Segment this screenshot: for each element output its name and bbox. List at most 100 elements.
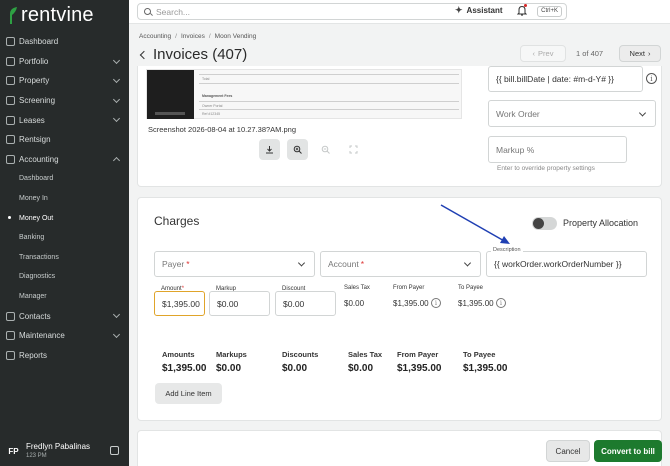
summary-sales-tax-value: $0.00 [348, 363, 374, 374]
summary-amounts-label: Amounts [162, 350, 195, 359]
markup-value: $0.00 [217, 298, 239, 309]
to-payee-value: $1,395.00 [458, 299, 494, 308]
summary-to-payee-label: To Payee [463, 350, 496, 359]
next-button[interactable]: Next › [619, 45, 661, 62]
convert-to-bill-button[interactable]: Convert to bill [594, 440, 662, 462]
amount-input[interactable]: $1,395.00 [154, 291, 205, 316]
account-placeholder: Account [328, 259, 359, 269]
info-icon[interactable]: i [496, 298, 506, 308]
sidebar-subitem-money-out[interactable]: Money Out [0, 208, 129, 228]
chevron-down-icon [112, 115, 121, 123]
breadcrumb-separator: / [175, 33, 177, 40]
attachment-thumbnail[interactable]: Total Management Fees Owner Portal Ref #… [146, 69, 462, 119]
sidebar-subitem-dashboard[interactable]: Dashboard [0, 169, 129, 189]
charges-title: Charges [154, 214, 200, 228]
fullscreen-icon [349, 145, 358, 154]
zoom-out-icon [321, 145, 330, 154]
sidebar-item-label: Screening [19, 96, 56, 106]
search-placeholder: Search... [156, 6, 191, 17]
bill-date-field[interactable]: {{ bill.billDate | date: #m-d-Y# }} [488, 66, 643, 92]
to-payee-label: To Payee [458, 285, 484, 291]
sidebar-item-portfolio[interactable]: Portfolio [0, 52, 129, 72]
sales-tax-label: Sales Tax [344, 285, 370, 291]
description-input[interactable]: {{ workOrder.workOrderNumber }} [486, 251, 647, 277]
sidebar-subitem-banking[interactable]: Banking [0, 228, 129, 248]
sidebar-item-property[interactable]: Property [0, 71, 129, 91]
description-value: {{ workOrder.workOrderNumber }} [494, 259, 622, 269]
reports-icon [6, 350, 15, 360]
account-select[interactable]: Account * [320, 251, 481, 277]
thumbnail-text: Ref #12345 [202, 112, 221, 116]
active-dot-icon [8, 216, 11, 220]
payer-select[interactable]: Payer * [154, 251, 315, 277]
sidebar-subitem-money-in[interactable]: Money In [0, 189, 129, 209]
thumbnail-rule [199, 74, 459, 75]
info-icon[interactable]: i [431, 298, 441, 308]
breadcrumb-invoices[interactable]: Invoices [181, 33, 205, 40]
sidebar-item-dashboard[interactable]: Dashboard [0, 32, 129, 52]
prev-button[interactable]: ‹ Prev [520, 45, 566, 62]
thumbnail-rule [199, 109, 459, 110]
thumbnail-rule [199, 101, 459, 102]
sidebar-subitem-manager[interactable]: Manager [0, 287, 129, 307]
sidebar-item-accounting[interactable]: Accounting [0, 150, 129, 170]
markup-percent-input[interactable]: Markup % [488, 136, 627, 163]
chevron-down-icon [463, 259, 472, 267]
sidebar-subitem-transactions[interactable]: Transactions [0, 248, 129, 268]
thumbnail-logo [155, 112, 185, 115]
info-icon[interactable]: i [646, 73, 657, 84]
sidebar-nav: Dashboard Portfolio Property Screening L… [0, 32, 129, 365]
sidebar-item-label: Property [19, 76, 50, 86]
chevron-down-icon [112, 311, 121, 319]
fullscreen-button[interactable] [343, 139, 364, 160]
chevron-up-icon [112, 156, 121, 164]
download-button[interactable] [259, 139, 280, 160]
sidebar-item-contacts[interactable]: Contacts [0, 306, 129, 326]
from-payer-value: $1,395.00 [393, 299, 429, 308]
brand-name: rentvine [21, 3, 94, 26]
sidebar-item-label: Leases [19, 115, 45, 125]
sidebar-item-label: Reports [19, 350, 48, 360]
brand-logo[interactable]: rentvine [8, 4, 94, 26]
sidebar-subitem-label: Diagnostics [19, 273, 56, 281]
sidebar-item-leases[interactable]: Leases [0, 110, 129, 130]
collapse-sidebar-icon[interactable] [110, 446, 119, 455]
topbar: Search... Ctrl+K [129, 0, 670, 24]
discount-value: $0.00 [283, 298, 305, 309]
property-allocation-label: Property Allocation [563, 218, 639, 228]
summary-from-payer-value: $1,395.00 [397, 363, 442, 374]
chevron-down-icon [112, 95, 121, 103]
discount-input[interactable]: $0.00 [275, 291, 336, 316]
charges-card: Charges Property Allocation Payer * Accou… [137, 197, 662, 421]
add-line-item-button[interactable]: Add Line Item [155, 383, 222, 404]
sidebar-item-reports[interactable]: Reports [0, 346, 129, 366]
summary-discounts-value: $0.00 [282, 363, 308, 374]
summary-sales-tax-label: Sales Tax [348, 350, 383, 359]
breadcrumb-accounting[interactable]: Accounting [139, 33, 171, 40]
sidebar-item-screening[interactable]: Screening [0, 91, 129, 111]
summary-markups-value: $0.00 [216, 363, 242, 374]
assistant-button[interactable]: ✦ Assistant [455, 5, 503, 16]
markup-hint: Enter to override property settings [497, 165, 595, 172]
assistant-label: Assistant [466, 6, 503, 15]
search-icon [144, 8, 151, 15]
markup-input[interactable]: $0.00 [209, 291, 270, 316]
chevron-down-icon [638, 108, 647, 117]
maintenance-icon [6, 331, 15, 341]
zoom-in-icon [293, 145, 302, 154]
back-chevron-icon[interactable] [139, 50, 149, 60]
sidebar-item-label: Maintenance [19, 331, 65, 341]
sidebar-item-maintenance[interactable]: Maintenance [0, 326, 129, 346]
sidebar-subitem-diagnostics[interactable]: Diagnostics [0, 267, 129, 287]
cancel-button[interactable]: Cancel [546, 440, 590, 462]
toggle-knob [533, 218, 544, 229]
sidebar-item-label: Rentsign [19, 135, 51, 145]
chevron-left-icon: ‹ [532, 49, 536, 58]
sidebar-item-rentsign[interactable]: Rentsign [0, 130, 129, 150]
zoom-out-button[interactable] [315, 139, 336, 160]
breadcrumb: Accounting / Invoices / Moon Vending [139, 33, 256, 40]
zoom-in-button[interactable] [287, 139, 308, 160]
user-profile[interactable]: FP Fredlyn Pabalinas 123 PM [6, 440, 124, 462]
property-allocation-toggle[interactable] [532, 217, 557, 230]
work-order-select[interactable]: Work Order [488, 100, 656, 127]
